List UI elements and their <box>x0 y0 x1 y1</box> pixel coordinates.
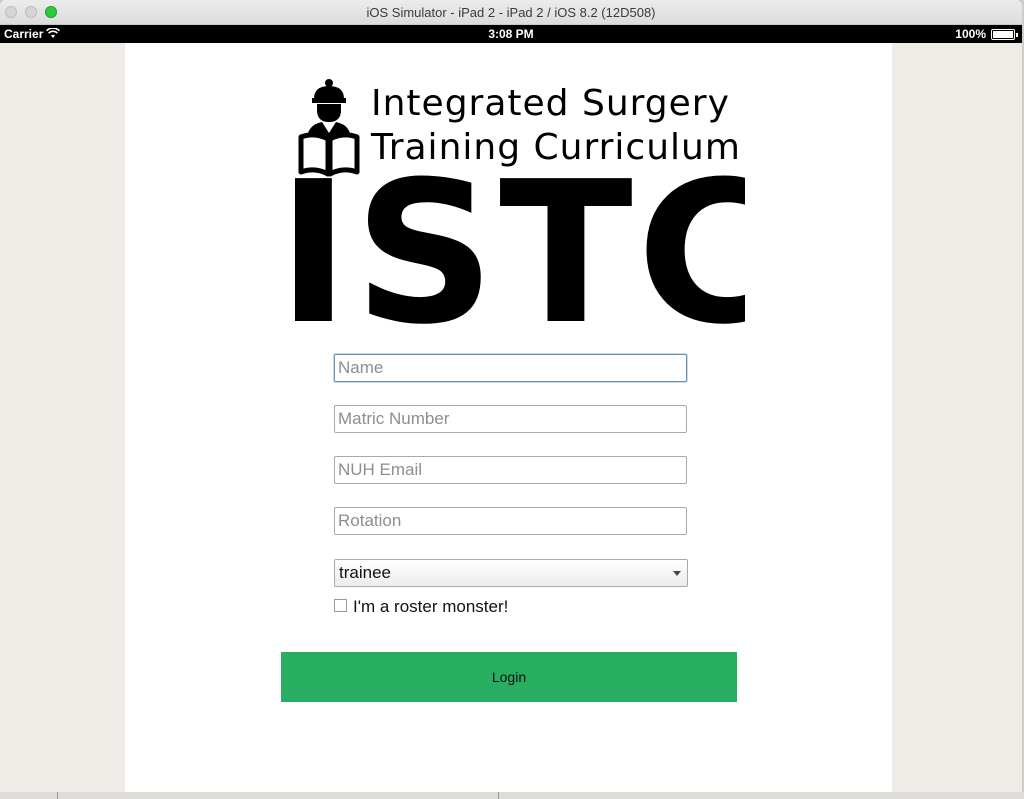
roster-monster-label[interactable]: I'm a roster monster! <box>353 597 508 617</box>
battery-icon <box>991 29 1018 40</box>
app-screen: Integrated Surgery Training Curriculum I… <box>0 43 1022 792</box>
logo-line-1: Integrated Surgery <box>371 83 730 124</box>
roster-monster-checkbox[interactable] <box>334 599 347 612</box>
desktop-strip <box>0 792 1024 799</box>
rotation-field[interactable] <box>334 507 687 535</box>
login-card: Integrated Surgery Training Curriculum I… <box>125 43 892 792</box>
matric-number-field[interactable] <box>334 405 687 433</box>
ios-status-bar: Carrier 3:08 PM 100% <box>0 25 1022 43</box>
status-time: 3:08 PM <box>488 27 534 41</box>
nuh-email-field[interactable] <box>334 456 687 484</box>
strip-divider <box>498 792 499 799</box>
battery-percent: 100% <box>955 27 986 41</box>
role-select[interactable]: trainee <box>334 559 688 587</box>
name-field[interactable] <box>334 354 687 382</box>
surgeon-reading-book-icon <box>298 77 360 177</box>
logo-line-2: Training Curriculum <box>371 127 741 168</box>
title-bar: iOS Simulator - iPad 2 - iPad 2 / iOS 8.… <box>0 0 1022 25</box>
role-select-value: trainee <box>339 563 391 582</box>
window-title: iOS Simulator - iPad 2 - iPad 2 / iOS 8.… <box>366 5 656 20</box>
dropdown-arrow-icon <box>673 571 681 576</box>
simulator-window: iOS Simulator - iPad 2 - iPad 2 / iOS 8.… <box>0 0 1022 792</box>
login-button[interactable]: Login <box>281 652 737 702</box>
strip-divider <box>57 792 58 799</box>
logo-acronym: ISTC <box>277 169 745 339</box>
